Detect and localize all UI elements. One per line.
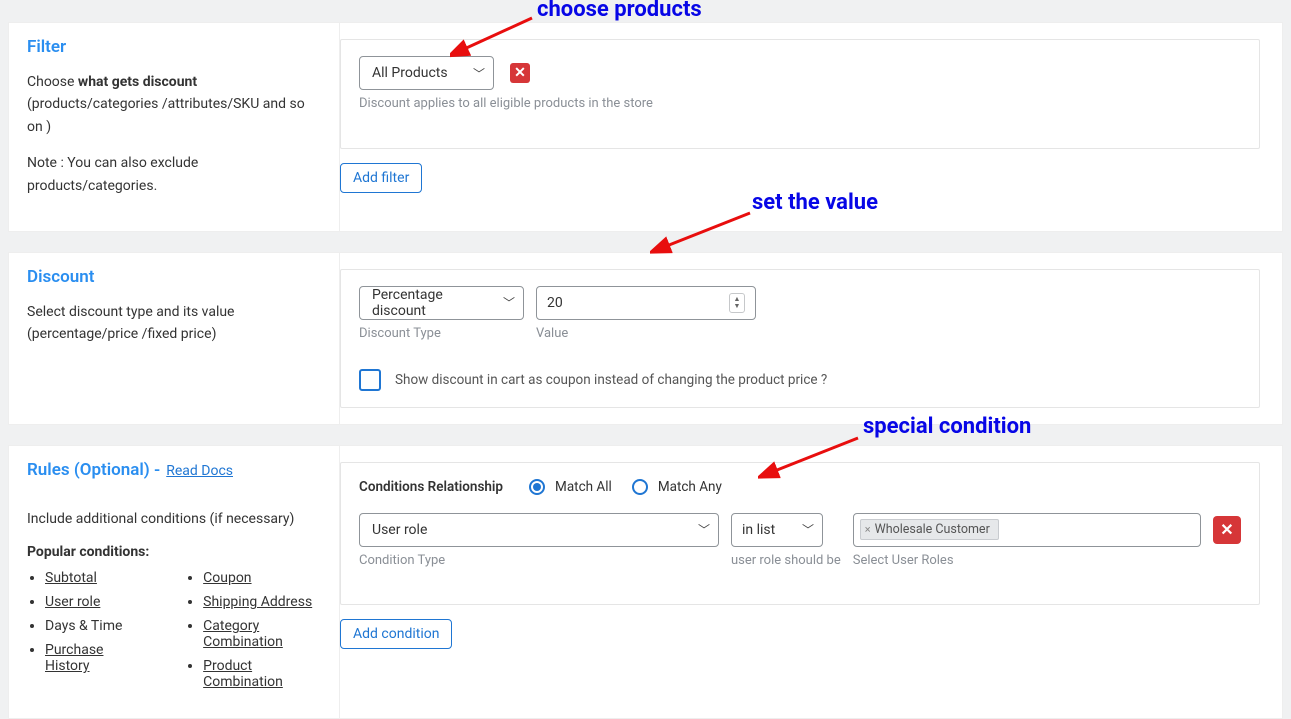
popular-condition-item[interactable]: User role	[45, 594, 135, 610]
user-roles-helper: Select User Roles	[853, 553, 1201, 568]
number-spinner-icon[interactable]: ▲▼	[729, 293, 745, 313]
chevron-down-icon: ﹀	[802, 521, 814, 538]
show-as-coupon-checkbox[interactable]	[359, 369, 381, 391]
filter-note: Note : You can also exclude products/cat…	[27, 152, 321, 197]
filter-title: Filter	[27, 37, 321, 57]
annotation-choose-products: choose products	[537, 0, 702, 22]
discount-description: Select discount type and its value (perc…	[27, 301, 321, 346]
condition-type-select[interactable]: User role ﹀	[359, 513, 719, 547]
popular-condition-item[interactable]: Subtotal	[45, 570, 135, 586]
discount-value-label: Value	[536, 326, 756, 341]
filter-products-select[interactable]: All Products ﹀	[359, 56, 494, 90]
filter-description: Choose what gets discount (products/cate…	[27, 71, 321, 138]
discount-value-input[interactable]: 20 ▲▼	[536, 286, 756, 320]
popular-condition-item[interactable]: Shipping Address	[203, 594, 321, 610]
condition-type-value: User role	[372, 522, 427, 538]
chevron-down-icon: ﹀	[473, 65, 485, 82]
role-tag[interactable]: × Wholesale Customer	[860, 519, 999, 540]
match-any-label: Match Any	[658, 479, 722, 495]
show-as-coupon-label: Show discount in cart as coupon instead …	[395, 372, 827, 388]
remove-condition-button[interactable]: ✕	[1213, 516, 1241, 544]
remove-tag-icon[interactable]: ×	[865, 523, 871, 536]
add-filter-button[interactable]: Add filter	[340, 163, 422, 193]
filter-products-select-value: All Products	[372, 65, 448, 81]
discount-type-select[interactable]: Percentage discount ﹀	[359, 286, 524, 320]
popular-conditions-heading: Popular conditions:	[27, 544, 321, 560]
discount-type-value: Percentage discount	[372, 287, 493, 319]
chevron-down-icon: ﹀	[503, 294, 515, 311]
filter-helper-text: Discount applies to all eligible product…	[359, 96, 1241, 111]
match-all-label: Match All	[555, 479, 612, 495]
conditions-relationship-label: Conditions Relationship	[359, 479, 503, 495]
condition-operator-select[interactable]: in list ﹀	[731, 513, 823, 547]
popular-condition-item[interactable]: Days & Time	[45, 618, 135, 634]
popular-condition-item[interactable]: Category Combination	[203, 618, 321, 650]
condition-operator-value: in list	[742, 522, 775, 538]
read-docs-link[interactable]: Read Docs	[166, 463, 233, 479]
discount-title: Discount	[27, 267, 321, 287]
role-tag-label: Wholesale Customer	[875, 522, 990, 537]
user-roles-input[interactable]: × Wholesale Customer	[853, 513, 1201, 547]
discount-value-text: 20	[547, 295, 563, 311]
popular-condition-item[interactable]: Purchase History	[45, 642, 135, 674]
add-condition-button[interactable]: Add condition	[340, 619, 452, 649]
popular-condition-item[interactable]: Product Combination	[203, 658, 321, 690]
chevron-down-icon: ﹀	[698, 521, 710, 538]
popular-condition-item[interactable]: Coupon	[203, 570, 321, 586]
condition-type-label: Condition Type	[359, 553, 719, 568]
match-all-radio[interactable]	[529, 479, 545, 495]
rules-title: Rules (Optional) -	[27, 460, 160, 480]
remove-filter-button[interactable]: ✕	[510, 63, 530, 83]
rules-description: Include additional conditions (if necess…	[27, 508, 321, 530]
condition-operator-helper: user role should be	[731, 553, 841, 568]
match-any-radio[interactable]	[632, 479, 648, 495]
discount-type-label: Discount Type	[359, 326, 524, 341]
